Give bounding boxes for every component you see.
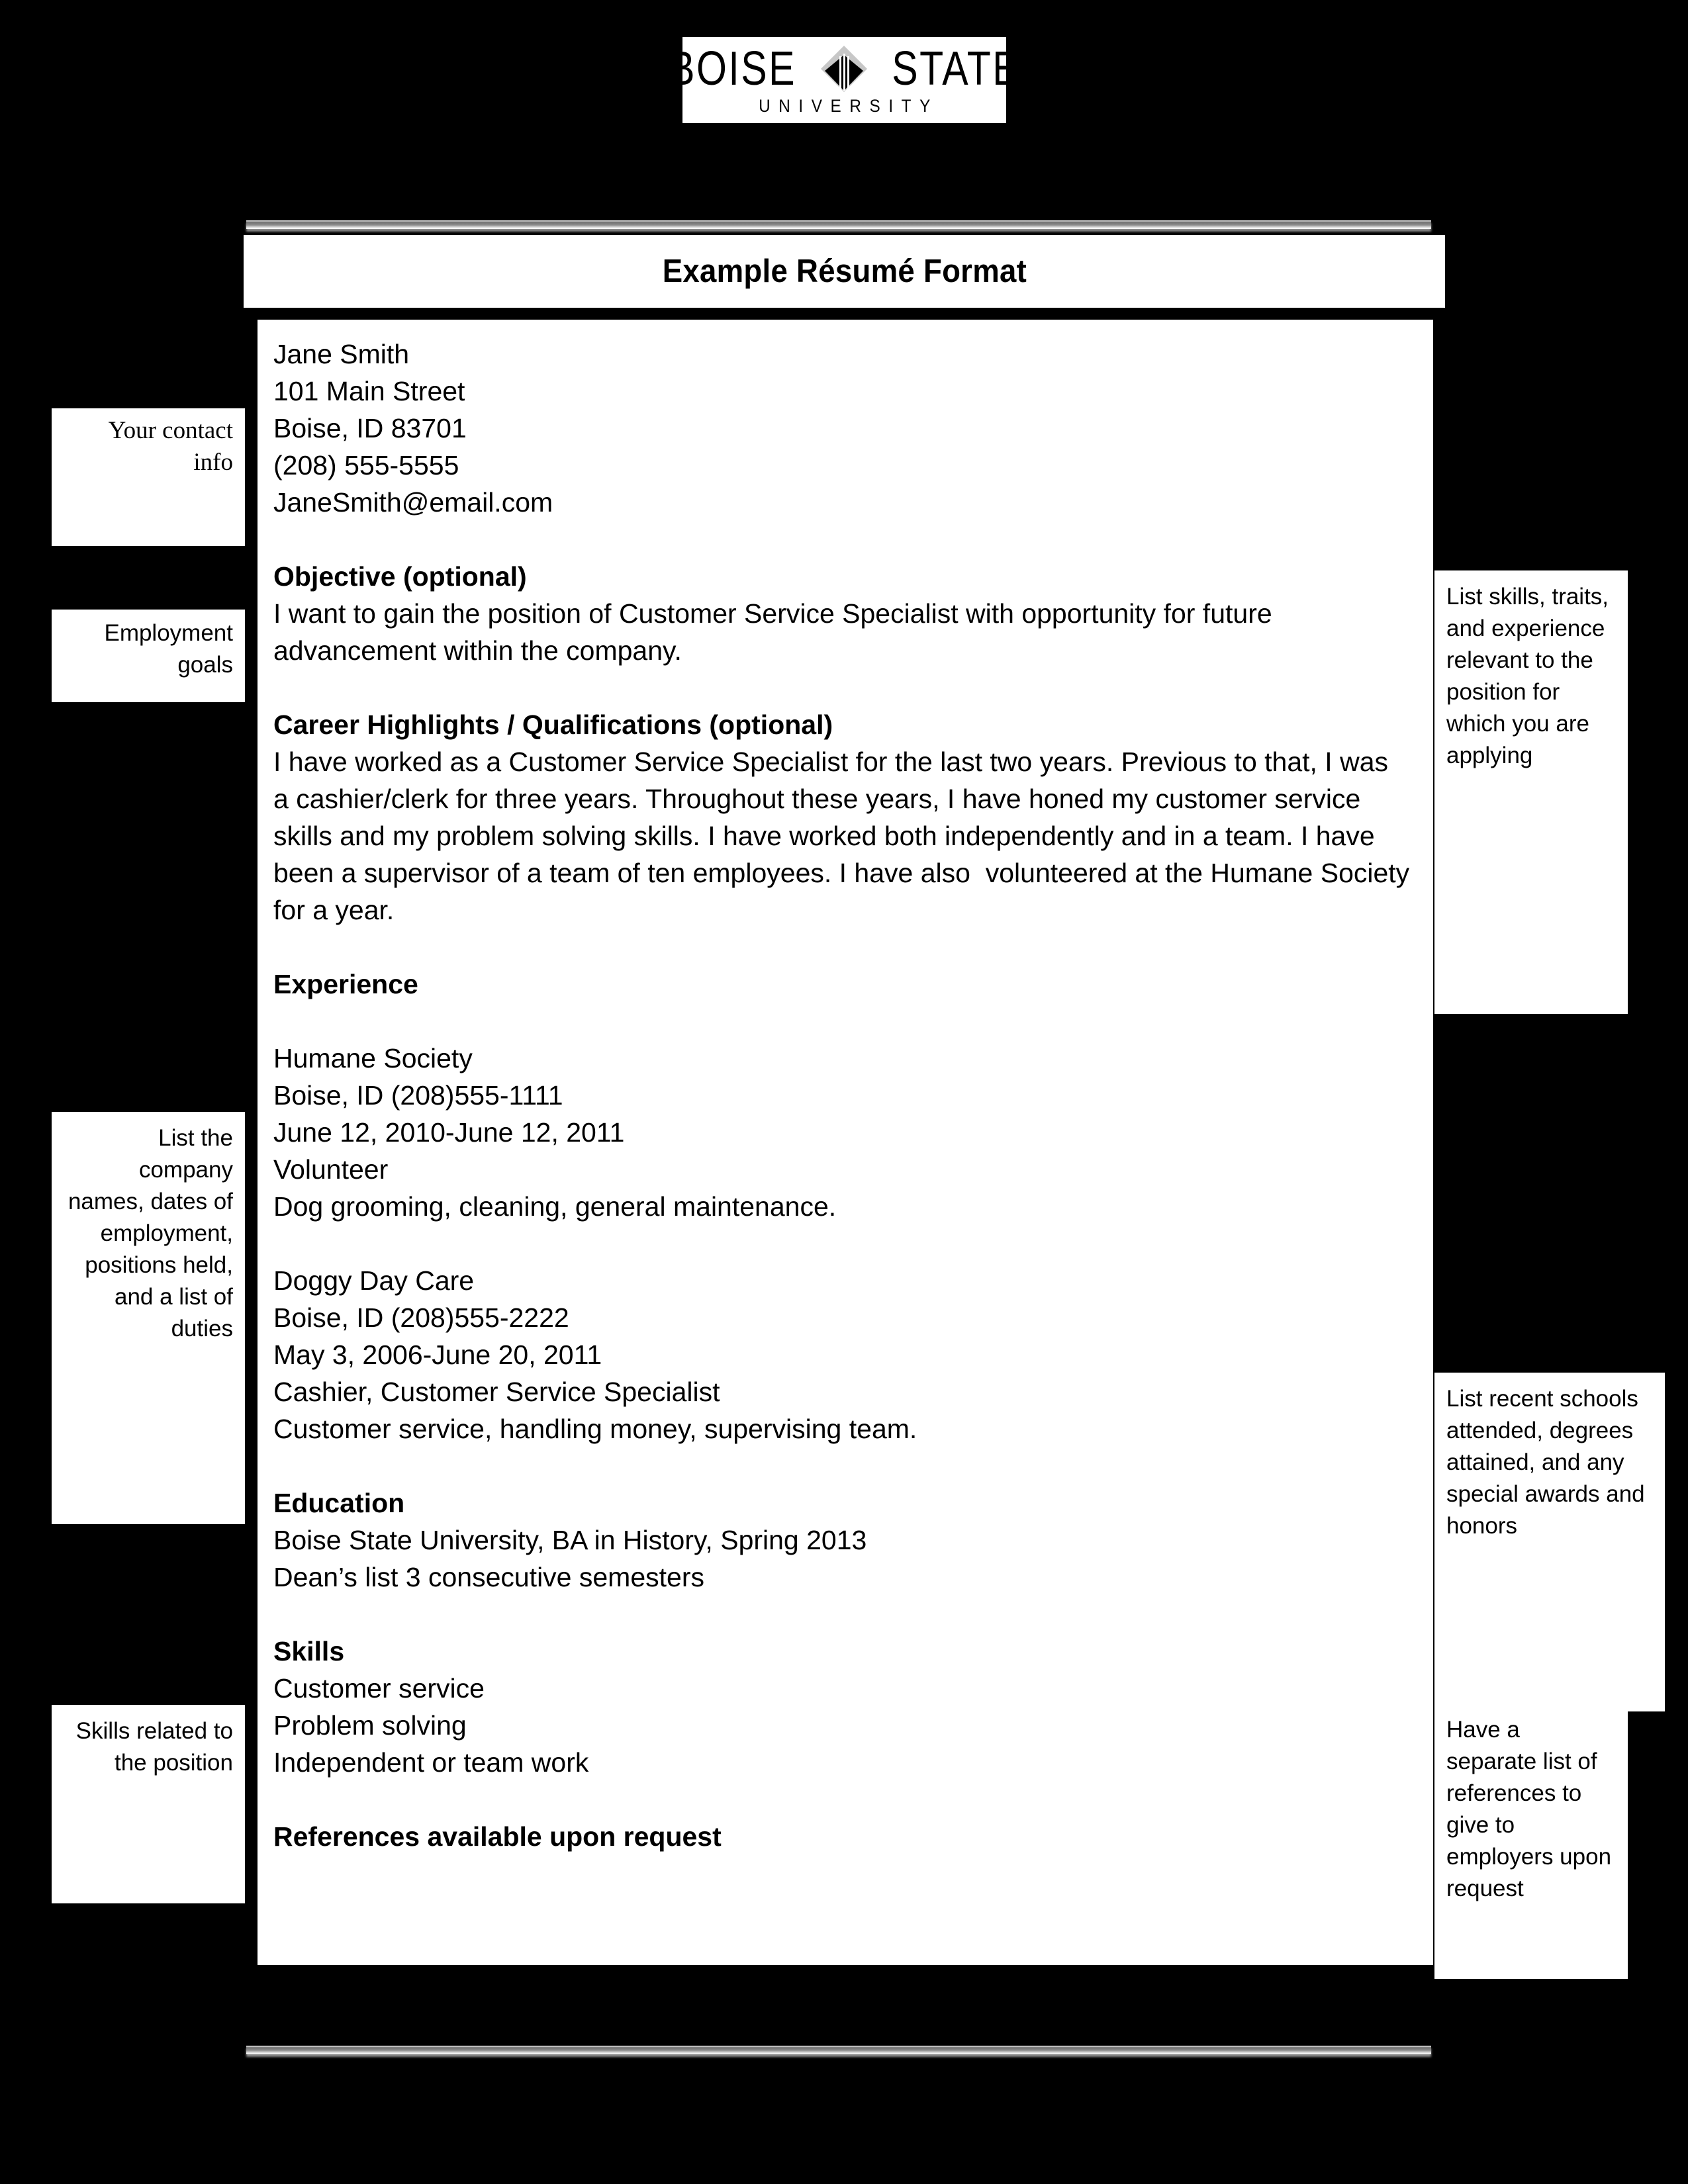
resume-objective-section: Objective (optional) I want to gain the … [273, 558, 1411, 669]
page-title: Example Résumé Format [662, 253, 1027, 289]
career-highlights-heading: Career Highlights / Qualifications (opti… [273, 709, 833, 740]
job-duties: Dog grooming, cleaning, general maintena… [273, 1191, 837, 1222]
annotation-skills-related: Skills related to the position [52, 1705, 245, 1903]
experience-job: Humane Society Boise, ID (208)555-1111 J… [273, 1040, 1411, 1225]
job-position: Cashier, Customer Service Specialist [273, 1377, 720, 1407]
resume-body-panel: Jane Smith 101 Main Street Boise, ID 837… [258, 320, 1433, 1965]
annotation-employment-goals: Employment goals [52, 610, 245, 702]
annotation-list-skills-traits: List skills, traits, and experience rele… [1434, 570, 1628, 1014]
annotation-separate-references-list: Have a separate list of references to gi… [1434, 1711, 1628, 1979]
job-duties: Customer service, handling money, superv… [273, 1414, 917, 1444]
job-location: Boise, ID (208)555-2222 [273, 1302, 569, 1333]
annotation-company-list: List the company names, dates of employm… [52, 1112, 245, 1524]
skills-line: Customer service [273, 1673, 485, 1704]
education-heading: Education [273, 1488, 405, 1518]
job-company: Doggy Day Care [273, 1265, 475, 1296]
job-location: Boise, ID (208)555-1111 [273, 1080, 563, 1111]
contact-name: Jane Smith [273, 339, 410, 369]
references-heading: References available upon request [273, 1821, 722, 1852]
resume-education-section: Education Boise State University, BA in … [273, 1484, 1411, 1596]
skills-heading: Skills [273, 1636, 345, 1666]
job-dates: May 3, 2006-June 20, 2011 [273, 1340, 602, 1370]
resume-skills-section: Skills Customer service Problem solving … [273, 1633, 1411, 1781]
bottom-divider-rule [246, 2046, 1431, 2054]
skills-line: Problem solving [273, 1710, 467, 1741]
resume-title-panel: Example Résumé Format [244, 235, 1445, 308]
contact-email: JaneSmith@email.com [273, 487, 553, 518]
resume-contact-block: Jane Smith 101 Main Street Boise, ID 837… [273, 336, 1411, 521]
job-dates: June 12, 2010-June 12, 2011 [273, 1117, 625, 1148]
objective-heading: Objective (optional) [273, 561, 527, 592]
education-line: Dean’s list 3 consecutive semesters [273, 1562, 704, 1592]
skills-line: Independent or team work [273, 1747, 589, 1778]
contact-phone: (208) 555-5555 [273, 450, 459, 480]
objective-body: I want to gain the position of Customer … [273, 598, 1280, 666]
job-company: Humane Society [273, 1043, 473, 1073]
resume-career-highlights-section: Career Highlights / Qualifications (opti… [273, 706, 1411, 929]
annotation-list-recent-schools: List recent schools attended, degrees at… [1434, 1373, 1665, 1711]
logo-word-state: STATE [892, 42, 1006, 95]
career-highlights-body: I have worked as a Customer Service Spec… [273, 747, 1417, 925]
boise-state-diamond-icon [820, 44, 868, 93]
logo-word-university: UNIVERSITY [759, 95, 939, 116]
top-divider-rule [246, 220, 1431, 229]
experience-job: Doggy Day Care Boise, ID (208)555-2222 M… [273, 1262, 1411, 1447]
contact-city: Boise, ID 83701 [273, 413, 467, 443]
contact-street: 101 Main Street [273, 376, 465, 406]
experience-heading: Experience [273, 969, 418, 999]
resume-experience-section: Experience Humane Society Boise, ID (208… [273, 966, 1411, 1447]
logo-wordmark: BOISE STATE [682, 44, 1006, 93]
education-line: Boise State University, BA in History, S… [273, 1525, 867, 1555]
job-position: Volunteer [273, 1154, 389, 1185]
logo-word-boise: BOISE [682, 42, 796, 95]
annotation-your-contact-info: Your contact info [52, 408, 245, 546]
boise-state-logo: BOISE STATE UNIVERSITY [682, 37, 1006, 123]
